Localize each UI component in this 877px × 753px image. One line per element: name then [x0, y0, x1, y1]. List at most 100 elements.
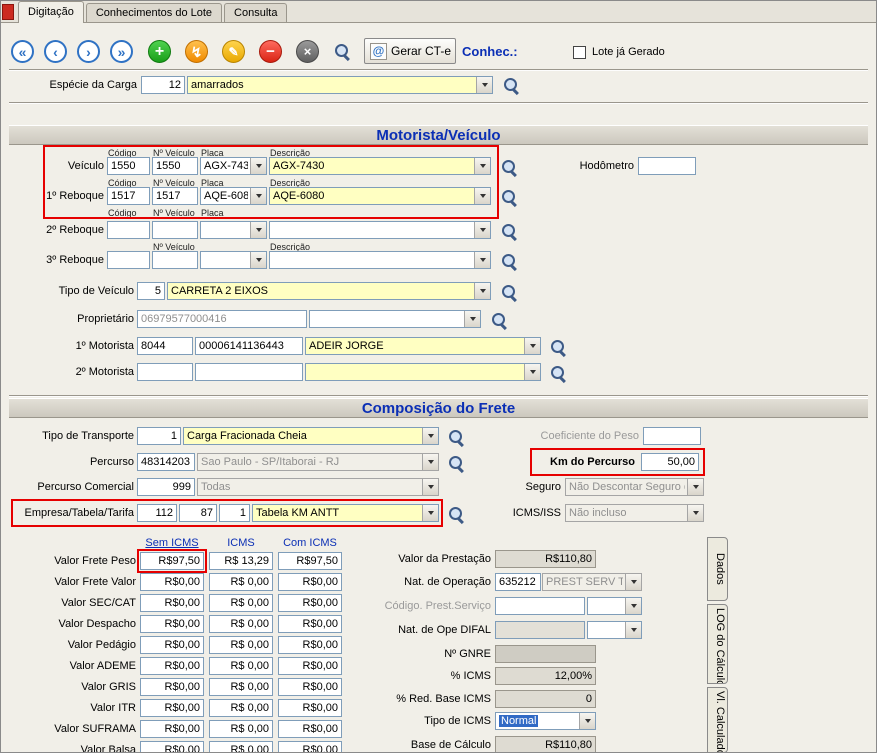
- valor-icms-field[interactable]: R$ 0,00: [209, 636, 273, 654]
- nav-prev-button[interactable]: ‹: [44, 40, 67, 63]
- valor-sem-icms-field[interactable]: R$0,00: [140, 594, 204, 612]
- reboque1-codigo-field[interactable]: 1517: [107, 187, 150, 205]
- percurso-combo[interactable]: Sao Paulo - SP/Itaborai - RJ: [197, 453, 439, 471]
- reboque3-placa-combo[interactable]: [200, 251, 267, 269]
- valor-sem-icms-field[interactable]: R$0,00: [140, 699, 204, 717]
- valor-icms-field[interactable]: R$ 0,00: [209, 741, 273, 753]
- combo-arrow-icon[interactable]: [687, 479, 703, 495]
- valor-sem-icms-field[interactable]: R$0,00: [140, 678, 204, 696]
- nav-first-button[interactable]: «: [11, 40, 34, 63]
- valor-com-icms-field[interactable]: R$0,00: [278, 678, 342, 696]
- valor-com-icms-field[interactable]: R$0,00: [278, 720, 342, 738]
- valor-sem-icms-field[interactable]: R$0,00: [140, 573, 204, 591]
- valor-com-icms-field[interactable]: R$0,00: [278, 594, 342, 612]
- valor-icms-field[interactable]: R$ 0,00: [209, 657, 273, 675]
- tab-conhecimentos-do-lote[interactable]: Conhecimentos do Lote: [86, 3, 222, 22]
- search-icon[interactable]: [501, 253, 518, 270]
- search-icon[interactable]: [334, 43, 351, 60]
- combo-arrow-icon[interactable]: [474, 283, 490, 299]
- search-icon[interactable]: [448, 429, 465, 446]
- combo-arrow-icon[interactable]: [474, 222, 490, 238]
- window-corner-button[interactable]: [2, 4, 14, 20]
- cod-prest-servico-field[interactable]: [495, 597, 585, 615]
- cancel-button[interactable]: ×: [296, 40, 319, 63]
- empresa-field[interactable]: 112: [137, 504, 177, 522]
- tipo-icms-combo[interactable]: Normal: [495, 712, 596, 730]
- motorista2-nome-combo[interactable]: [305, 363, 541, 381]
- tabela-field[interactable]: 87: [179, 504, 217, 522]
- combo-arrow-icon[interactable]: [422, 428, 438, 444]
- seguro-combo[interactable]: Não Descontar Seguro do Frete P: [565, 478, 704, 496]
- valor-sem-icms-field[interactable]: R$0,00: [140, 615, 204, 633]
- search-icon[interactable]: [501, 284, 518, 301]
- veiculo-descricao-combo[interactable]: AGX-7430: [269, 157, 491, 175]
- valor-sem-icms-field[interactable]: R$0,00: [140, 720, 204, 738]
- reboque2-placa-combo[interactable]: [200, 221, 267, 239]
- valor-com-icms-field[interactable]: R$0,00: [278, 636, 342, 654]
- combo-arrow-icon[interactable]: [524, 338, 540, 354]
- coeficiente-peso-field[interactable]: [643, 427, 701, 445]
- combo-arrow-icon[interactable]: [464, 311, 480, 327]
- lote-ja-gerado-checkbox[interactable]: [573, 46, 586, 59]
- tipo-veiculo-combo[interactable]: CARRETA 2 EIXOS: [167, 282, 491, 300]
- reboque3-codigo-field[interactable]: [107, 251, 150, 269]
- icms-iss-combo[interactable]: Não incluso: [565, 504, 704, 522]
- side-tab-vl-calculados[interactable]: Vl. Calculados: [707, 687, 728, 753]
- search-icon[interactable]: [550, 365, 567, 382]
- proprietario-combo[interactable]: [309, 310, 481, 328]
- combo-arrow-icon[interactable]: [474, 158, 490, 174]
- combo-arrow-icon[interactable]: [422, 454, 438, 470]
- valor-icms-field[interactable]: R$ 0,00: [209, 573, 273, 591]
- reboque1-numero-field[interactable]: 1517: [152, 187, 198, 205]
- reboque2-numero-field[interactable]: [152, 221, 198, 239]
- especie-carga-codigo-field[interactable]: 12: [141, 76, 185, 94]
- valor-sem-icms-field[interactable]: R$97,50: [140, 552, 204, 570]
- hodometro-field[interactable]: [638, 157, 696, 175]
- combo-arrow-icon[interactable]: [250, 188, 266, 204]
- combo-arrow-icon[interactable]: [250, 252, 266, 268]
- reboque2-descricao-combo[interactable]: [269, 221, 491, 239]
- especie-carga-combo[interactable]: amarrados: [187, 76, 493, 94]
- proprietario-documento-field[interactable]: 06979577000416: [137, 310, 307, 328]
- tab-consulta[interactable]: Consulta: [224, 3, 287, 22]
- combo-arrow-icon[interactable]: [625, 622, 641, 638]
- search-icon[interactable]: [550, 339, 567, 356]
- valor-sem-icms-field[interactable]: R$0,00: [140, 636, 204, 654]
- tarifa-field[interactable]: 1: [219, 504, 250, 522]
- valor-icms-field[interactable]: R$ 0,00: [209, 594, 273, 612]
- add-button[interactable]: +: [148, 40, 171, 63]
- valor-icms-field[interactable]: R$ 13,29: [209, 552, 273, 570]
- veiculo-placa-combo[interactable]: AGX-7430: [200, 157, 267, 175]
- nav-next-button[interactable]: ›: [77, 40, 100, 63]
- km-percurso-field[interactable]: 50,00: [641, 453, 699, 471]
- combo-arrow-icon[interactable]: [474, 188, 490, 204]
- combo-arrow-icon[interactable]: [250, 158, 266, 174]
- reboque3-numero-field[interactable]: [152, 251, 198, 269]
- percurso-codigo-field[interactable]: 48314203: [137, 453, 195, 471]
- valor-icms-field[interactable]: R$ 0,00: [209, 615, 273, 633]
- combo-arrow-icon[interactable]: [474, 252, 490, 268]
- nat-operacao-codigo-field[interactable]: 635212: [495, 573, 541, 591]
- side-tab-dados[interactable]: Dados: [707, 537, 728, 601]
- combo-arrow-icon[interactable]: [625, 598, 641, 614]
- edit-button[interactable]: ✎: [222, 40, 245, 63]
- search-icon[interactable]: [448, 506, 465, 523]
- valor-com-icms-field[interactable]: R$0,00: [278, 699, 342, 717]
- valor-com-icms-field[interactable]: R$0,00: [278, 615, 342, 633]
- combo-arrow-icon[interactable]: [476, 77, 492, 93]
- tipo-veiculo-codigo-field[interactable]: 5: [137, 282, 165, 300]
- search-icon[interactable]: [501, 189, 518, 206]
- reboque2-codigo-field[interactable]: [107, 221, 150, 239]
- motorista2-documento-field[interactable]: [195, 363, 303, 381]
- valor-com-icms-field[interactable]: R$0,00: [278, 741, 342, 753]
- tab-digitacao[interactable]: Digitação: [18, 1, 84, 23]
- reboque1-placa-combo[interactable]: AQE-6080: [200, 187, 267, 205]
- valor-com-icms-field[interactable]: R$97,50: [278, 552, 342, 570]
- nat-ope-difal-combo[interactable]: [587, 621, 642, 639]
- valor-icms-field[interactable]: R$ 0,00: [209, 720, 273, 738]
- reboque1-descricao-combo[interactable]: AQE-6080: [269, 187, 491, 205]
- search-icon[interactable]: [501, 159, 518, 176]
- motorista1-codigo-field[interactable]: 8044: [137, 337, 193, 355]
- valor-com-icms-field[interactable]: R$0,00: [278, 573, 342, 591]
- search-icon[interactable]: [503, 77, 520, 94]
